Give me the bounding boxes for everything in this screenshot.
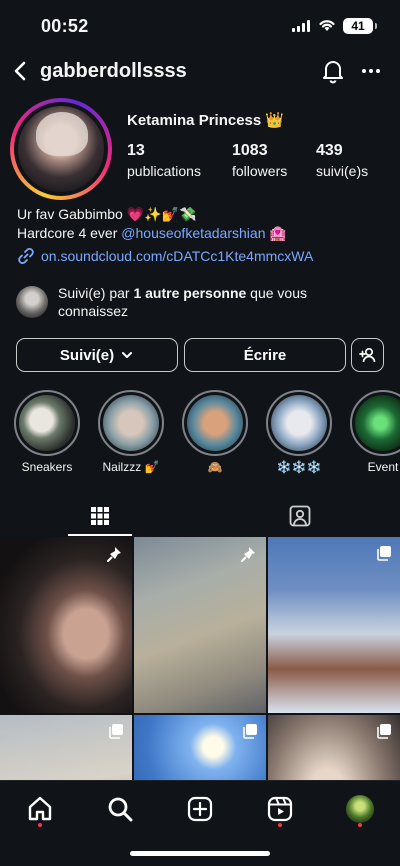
mutual-text-bold: 1 autre personne: [133, 285, 247, 301]
posts-grid: [0, 537, 400, 782]
highlight-label: ❄️❄️❄️: [276, 460, 322, 474]
status-time: 00:52: [41, 16, 89, 36]
highlight-cover: [187, 395, 243, 451]
chevron-left-icon[interactable]: [8, 58, 34, 84]
reels-icon[interactable]: [266, 795, 294, 823]
highlight-sneakers[interactable]: Sneakers: [14, 390, 80, 474]
highlight-event[interactable]: Event: [350, 390, 400, 474]
highlight-ring: [98, 390, 164, 456]
add-person-icon: [358, 347, 375, 363]
profile-username: gabberdollssss: [40, 60, 187, 82]
highlight-monkey[interactable]: 🙈: [182, 390, 248, 474]
stat-posts[interactable]: 13 publications: [127, 142, 201, 179]
highlight-ring: [182, 390, 248, 456]
profile-stats: 13 publications 1083 followers 439 suivi…: [127, 142, 387, 182]
tagged-person-icon: [289, 505, 311, 527]
message-button[interactable]: Écrire: [184, 338, 346, 372]
profile-link[interactable]: on.soundcloud.com/cDATCc1Kte4mmcxWA: [17, 247, 313, 265]
tab-posts-grid[interactable]: [0, 496, 200, 536]
display-name: Ketamina Princess 👑: [127, 112, 285, 129]
profile-tabs: [0, 496, 400, 536]
highlight-label: Nailzzz 💅: [102, 460, 160, 474]
bio-text: 🏩: [265, 225, 287, 241]
following-button-label: Suivi(e): [59, 346, 115, 364]
post-thumbnail[interactable]: [268, 715, 400, 782]
highlight-snow[interactable]: ❄️❄️❄️: [266, 390, 332, 474]
bio-text: Hardcore 4 ever: [17, 225, 122, 241]
post-thumbnail[interactable]: [268, 537, 400, 713]
following-button[interactable]: Suivi(e): [16, 338, 178, 372]
pin-icon: [107, 547, 121, 562]
wifi-icon: [319, 20, 335, 31]
post-thumbnail[interactable]: [0, 537, 132, 713]
profile-tab-avatar[interactable]: [346, 795, 374, 823]
home-icon[interactable]: [26, 795, 54, 823]
chevron-down-icon: [122, 352, 133, 358]
home-indicator: [130, 851, 270, 856]
tab-tagged[interactable]: [200, 496, 400, 536]
stat-following[interactable]: 439 suivi(e)s: [316, 142, 368, 179]
pin-icon: [241, 547, 255, 562]
status-bar: 00:52 41: [0, 0, 400, 52]
stat-label: followers: [232, 163, 288, 179]
home-notification-dot: [38, 823, 42, 827]
mutual-avatar: [16, 286, 48, 318]
more-horizontal-icon[interactable]: [360, 60, 382, 82]
grid-icon: [91, 507, 109, 525]
multiple-photos-icon: [109, 724, 123, 739]
post-thumbnail[interactable]: [0, 715, 132, 782]
highlight-ring: [14, 390, 80, 456]
stat-value: 13: [127, 142, 145, 159]
stat-value: 1083: [232, 142, 268, 159]
multiple-photos-icon: [243, 724, 257, 739]
highlight-cover: [271, 395, 327, 451]
highlight-label: 🙈: [207, 460, 223, 474]
highlight-nails[interactable]: Nailzzz 💅: [98, 390, 164, 474]
create-post-icon[interactable]: [186, 795, 214, 823]
bio-mention-link[interactable]: @houseofketadarshian: [121, 225, 265, 241]
post-thumbnail[interactable]: [134, 715, 266, 782]
battery-indicator: 41: [343, 18, 377, 34]
link-icon: [18, 248, 34, 264]
multiple-photos-icon: [377, 724, 391, 739]
profile-header: gabberdollssss: [0, 52, 400, 92]
mutual-text-prefix: Suivi(e) par: [58, 285, 134, 301]
post-thumbnail[interactable]: [134, 537, 266, 713]
cellular-signal-icon: [292, 20, 310, 32]
stat-followers[interactable]: 1083 followers: [232, 142, 287, 179]
profile-notification-dot: [358, 823, 362, 827]
profile-bio: Ur fav Gabbimbo 💗✨💅💸 Hardcore 4 ever @ho…: [17, 205, 287, 243]
highlight-cover: [103, 395, 159, 451]
highlight-ring: [266, 390, 332, 456]
highlight-cover: [355, 395, 400, 451]
stat-value: 439: [316, 142, 343, 159]
highlight-ring: [350, 390, 400, 456]
stat-label: publications: [127, 163, 201, 179]
multiple-photos-icon: [377, 546, 391, 561]
search-icon[interactable]: [106, 795, 134, 823]
highlight-label: Sneakers: [21, 460, 73, 474]
message-button-label: Écrire: [243, 346, 287, 364]
mutual-text: Suivi(e) par 1 autre personne que vous c…: [58, 284, 378, 320]
bio-line: Hardcore 4 ever @houseofketadarshian 🏩: [17, 224, 287, 243]
bell-icon[interactable]: [320, 58, 346, 84]
suggested-users-button[interactable]: [351, 338, 384, 372]
highlight-label: Event: [367, 460, 399, 474]
profile-avatar[interactable]: [10, 98, 112, 200]
highlight-cover: [19, 395, 75, 451]
profile-link-text[interactable]: on.soundcloud.com/cDATCc1Kte4mmcxWA: [41, 248, 313, 264]
reels-notification-dot: [278, 823, 282, 827]
stat-label: suivi(e)s: [316, 163, 369, 179]
bio-line: Ur fav Gabbimbo 💗✨💅💸: [17, 206, 197, 222]
mutual-followers[interactable]: Suivi(e) par 1 autre personne que vous c…: [16, 284, 386, 320]
